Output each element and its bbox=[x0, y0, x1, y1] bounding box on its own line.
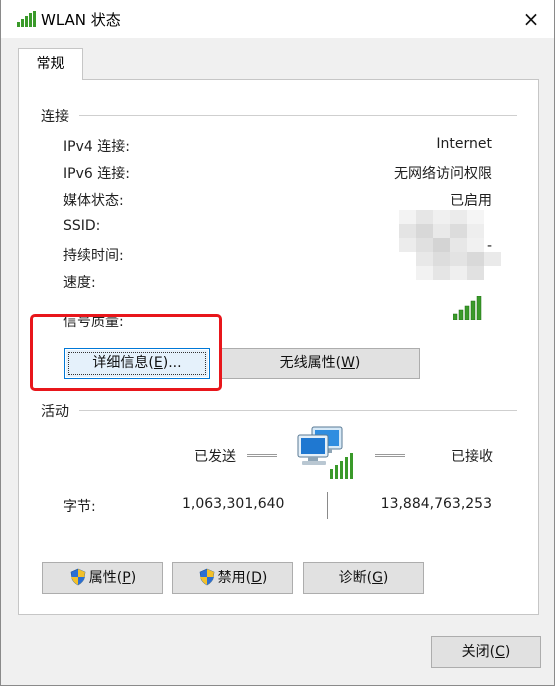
duration-label: 持续时间: bbox=[63, 248, 124, 264]
disable-button[interactable]: 禁用(D) bbox=[172, 562, 293, 594]
wireless-properties-button[interactable]: 无线属性(W) bbox=[220, 348, 420, 379]
ipv4-value: Internet bbox=[436, 136, 492, 152]
media-state-value: 已启用 bbox=[450, 193, 492, 209]
sent-line bbox=[247, 454, 277, 457]
ssid-label: SSID: bbox=[63, 218, 101, 234]
section-divider bbox=[79, 115, 517, 116]
bytes-label: 字节: bbox=[63, 499, 96, 515]
diagnose-button[interactable]: 诊断(G) bbox=[303, 562, 424, 594]
activity-separator bbox=[327, 492, 328, 519]
ipv6-value: 无网络访问权限 bbox=[394, 166, 492, 182]
speed-label: 速度: bbox=[63, 275, 96, 291]
highlight-annotation bbox=[30, 314, 222, 391]
ipv6-label: IPv6 连接: bbox=[63, 166, 130, 182]
redacted-blur bbox=[399, 210, 501, 288]
media-state-label: 媒体状态: bbox=[63, 193, 124, 209]
diagnose-button-label: 诊断 bbox=[338, 570, 367, 586]
close-button-label: 关闭 bbox=[461, 644, 490, 660]
received-label: 已接收 bbox=[451, 449, 493, 465]
close-accel: C bbox=[495, 644, 505, 660]
disable-button-label: 禁用 bbox=[217, 570, 246, 586]
section-divider bbox=[79, 410, 517, 411]
diagnose-accel: G bbox=[372, 570, 383, 586]
received-line bbox=[375, 454, 405, 457]
activity-section-title: 活动 bbox=[41, 404, 69, 420]
tab-general[interactable]: 常规 bbox=[18, 48, 83, 80]
title-bar[interactable]: WLAN 状态 × bbox=[1, 0, 554, 38]
shield-icon bbox=[69, 567, 87, 597]
shield-icon bbox=[198, 567, 216, 597]
ipv4-label: IPv4 连接: bbox=[63, 139, 130, 155]
wlan-status-dialog: WLAN 状态 × 常规 连接 IPv4 连接: Internet IPv6 连… bbox=[0, 0, 555, 686]
properties-accel: P bbox=[122, 570, 131, 586]
window-title: WLAN 状态 bbox=[41, 11, 121, 29]
connection-section-title: 连接 bbox=[41, 109, 69, 125]
wifi-signal-icon bbox=[17, 11, 37, 31]
bytes-received-value: 13,884,763,253 bbox=[380, 496, 492, 512]
network-computers-icon bbox=[296, 425, 356, 485]
disable-accel: D bbox=[251, 570, 262, 586]
wireless-button-label: 无线属性 bbox=[279, 355, 336, 371]
wireless-accel: W bbox=[341, 355, 355, 371]
bytes-sent-value: 1,063,301,640 bbox=[182, 496, 285, 512]
properties-button-label: 属性 bbox=[88, 570, 117, 586]
close-window-button[interactable]: × bbox=[508, 0, 554, 38]
signal-strength-icon bbox=[452, 295, 485, 324]
close-button[interactable]: 关闭(C) bbox=[431, 636, 541, 668]
properties-button[interactable]: 属性(P) bbox=[42, 562, 163, 594]
sent-label: 已发送 bbox=[194, 449, 236, 465]
